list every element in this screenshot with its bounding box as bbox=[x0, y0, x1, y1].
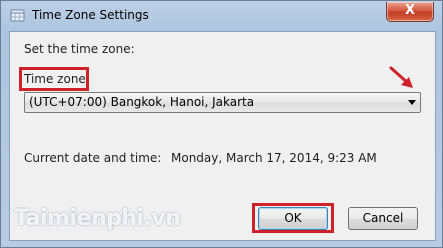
title-bar[interactable]: Time Zone Settings X bbox=[1, 1, 442, 31]
dialog-window: Time Zone Settings X Set the time zone: … bbox=[0, 0, 443, 248]
ok-button[interactable]: OK bbox=[258, 207, 328, 230]
globe-clock-icon bbox=[10, 9, 25, 22]
window-title: Time Zone Settings bbox=[32, 8, 149, 22]
chevron-down-icon[interactable] bbox=[408, 100, 416, 105]
dialog-body: Set the time zone: Time zone: (UTC+07:00… bbox=[9, 31, 436, 241]
red-arrow-icon bbox=[389, 66, 413, 88]
current-datetime-label: Current date and time: bbox=[24, 151, 162, 165]
current-datetime-value: Monday, March 17, 2014, 9:23 AM bbox=[171, 151, 377, 165]
timezone-select[interactable]: (UTC+07:00) Bangkok, Hanoi, Jakarta bbox=[24, 92, 421, 113]
close-icon: X bbox=[404, 3, 416, 18]
timezone-label-highlight bbox=[19, 67, 89, 91]
cancel-button[interactable]: Cancel bbox=[348, 207, 418, 230]
watermark-logo: Taimienphi.vn bbox=[14, 206, 181, 231]
close-button[interactable]: X bbox=[386, 2, 434, 22]
timezone-select-value: (UTC+07:00) Bangkok, Hanoi, Jakarta bbox=[29, 95, 255, 109]
instruction-text: Set the time zone: bbox=[24, 42, 135, 56]
